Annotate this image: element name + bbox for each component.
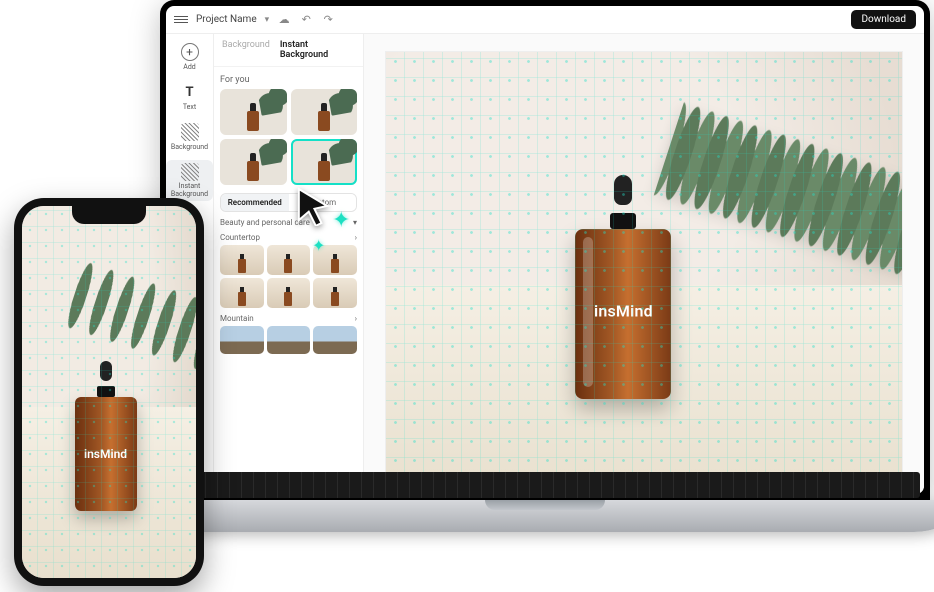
bg-thumb[interactable] <box>291 89 358 135</box>
redo-icon[interactable]: ↷ <box>321 13 335 27</box>
bg-thumb[interactable] <box>220 245 264 275</box>
canvas-area: insMind <box>364 34 924 494</box>
cat-mountain-label[interactable]: Mountain <box>220 314 254 323</box>
bg-thumb[interactable] <box>267 278 311 308</box>
sparkle-hatch-icon <box>181 163 199 181</box>
cloud-sync-icon[interactable]: ☁ <box>277 13 291 27</box>
alignment-grid-overlay <box>22 206 196 578</box>
chevron-down-icon[interactable]: ▾ <box>353 218 357 227</box>
app-window: Project Name ▾ ☁ ↶ ↷ Download + Add T Te… <box>166 6 924 494</box>
bg-thumb[interactable] <box>220 278 264 308</box>
laptop-keyboard <box>170 472 920 498</box>
bg-thumb[interactable] <box>220 139 287 185</box>
bg-thumb[interactable] <box>313 326 357 354</box>
text-icon: T <box>181 83 199 101</box>
cursor-pointer-icon <box>296 186 330 226</box>
rail-background[interactable]: Background <box>166 120 213 154</box>
undo-icon[interactable]: ↶ <box>299 13 313 27</box>
dropper-icon <box>603 175 643 229</box>
laptop-mockup: Project Name ▾ ☁ ↶ ↷ Download + Add T Te… <box>160 0 930 574</box>
sparkle-icon: ✦ <box>312 236 325 255</box>
chevron-right-icon[interactable]: › <box>355 233 357 242</box>
rail-instant-label: Instant Background <box>166 183 213 198</box>
top-bar: Project Name ▾ ☁ ↶ ↷ Download <box>166 6 924 34</box>
product-bottle[interactable]: insMind <box>575 229 671 399</box>
bg-thumb[interactable] <box>220 89 287 135</box>
panel-tabs: Background Instant Background <box>214 34 363 67</box>
bg-thumb-selected[interactable] <box>291 139 358 185</box>
chevron-right-icon[interactable]: › <box>355 314 357 323</box>
download-button[interactable]: Download <box>851 10 916 29</box>
bg-thumb[interactable] <box>267 326 311 354</box>
tab-background[interactable]: Background <box>222 40 270 60</box>
bg-thumb[interactable] <box>313 278 357 308</box>
rail-instant-background[interactable]: Instant Background <box>166 160 213 201</box>
laptop-screen: Project Name ▾ ☁ ↶ ↷ Download + Add T Te… <box>160 0 930 500</box>
cat-countertop-label[interactable]: Countertop <box>220 233 260 242</box>
rail-text-label: Text <box>183 103 196 111</box>
rail-background-label: Background <box>171 143 208 151</box>
bg-thumb[interactable] <box>220 326 264 354</box>
seg-recommended[interactable]: Recommended <box>221 194 289 211</box>
hamburger-icon[interactable] <box>174 16 188 23</box>
chevron-down-icon[interactable]: ▾ <box>265 15 270 25</box>
phone-notch <box>72 206 146 224</box>
canvas[interactable]: insMind <box>386 52 901 475</box>
rail-add[interactable]: + Add <box>166 40 213 74</box>
phone-mockup: insMind <box>14 198 204 586</box>
laptop-base <box>140 500 934 532</box>
hatch-icon <box>181 123 199 141</box>
sparkle-icon: ✦ <box>332 208 350 233</box>
main-area: + Add T Text Background Instant Backgrou… <box>166 34 924 494</box>
panel-body: For you Recommended Custom Beau <box>214 67 363 494</box>
plus-icon: + <box>181 43 199 61</box>
rail-text[interactable]: T Text <box>166 80 213 114</box>
phone-screen: insMind <box>22 206 196 578</box>
bg-thumb[interactable] <box>267 245 311 275</box>
product-brand-text: insMind <box>594 302 653 321</box>
rail-add-label: Add <box>183 63 195 71</box>
side-panel: Background Instant Background For you Re <box>214 34 364 494</box>
project-name[interactable]: Project Name <box>196 14 257 25</box>
for-you-label: For you <box>220 75 357 85</box>
tab-instant-background[interactable]: Instant Background <box>280 40 355 60</box>
